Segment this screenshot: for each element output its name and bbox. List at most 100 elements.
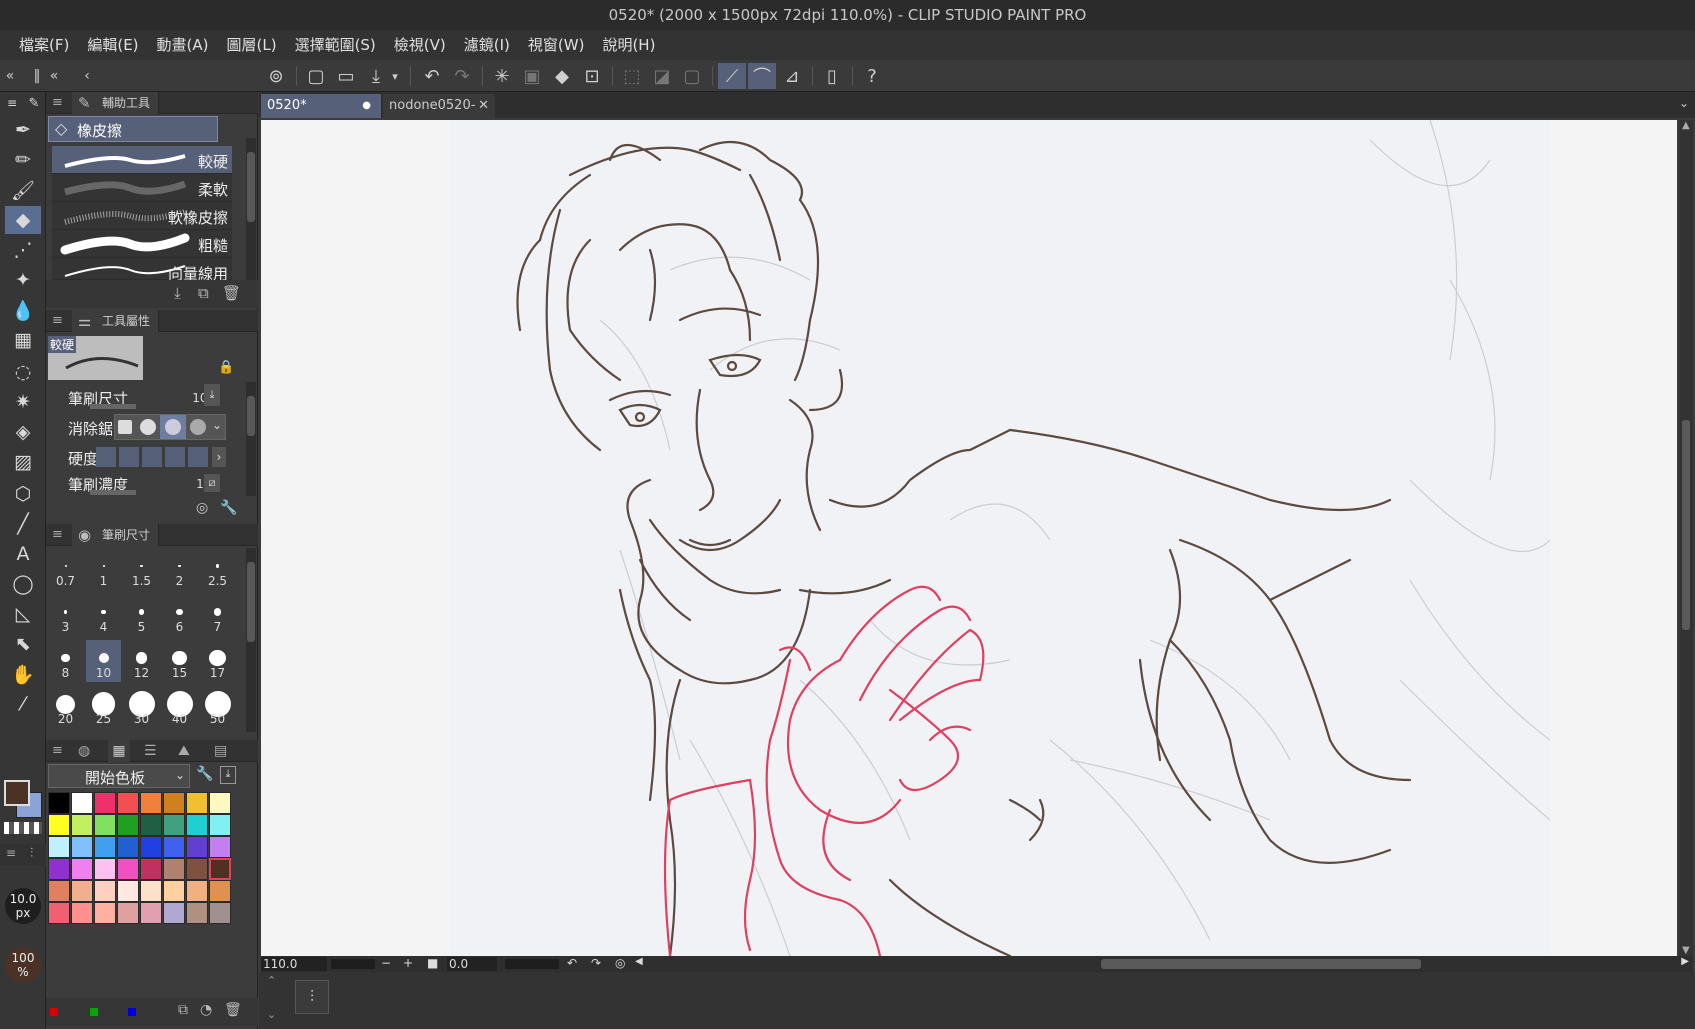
menu-icon[interactable]: ≡ xyxy=(2,94,22,112)
color-swatch[interactable] xyxy=(117,836,139,858)
menu-layer[interactable]: 圖層(L) xyxy=(218,30,286,60)
collapse-left-icon[interactable]: « xyxy=(2,63,18,89)
scroll-left-icon[interactable]: ◀ xyxy=(635,956,643,967)
zoom-field[interactable]: 110.0 xyxy=(261,957,327,971)
color-swatch[interactable] xyxy=(117,880,139,902)
color-set-settings-icon[interactable]: 🔧 xyxy=(196,766,213,782)
device-icon[interactable]: ▯ xyxy=(818,63,846,89)
color-swatch[interactable] xyxy=(163,792,185,814)
clear-icon[interactable]: ✳ xyxy=(488,63,516,89)
color-swatch[interactable] xyxy=(48,880,70,902)
color-swatch[interactable] xyxy=(94,836,116,858)
brush-size-preset[interactable]: 4 xyxy=(86,594,121,636)
hardness-property[interactable]: 硬度 › xyxy=(54,444,249,472)
menu-icon[interactable]: ≡ xyxy=(52,310,63,332)
copy-subtool-icon[interactable]: ⧉ xyxy=(198,284,209,302)
angle-field[interactable]: 0.0 xyxy=(447,957,497,971)
menu-window[interactable]: 視窗(W) xyxy=(519,30,594,60)
color-set-import-icon[interactable]: ⤓ xyxy=(220,766,236,784)
color-swatch[interactable] xyxy=(48,858,70,880)
deselect-icon[interactable]: ⬚ xyxy=(618,63,646,89)
brush-size-preset[interactable]: 17 xyxy=(200,640,235,682)
color-swatch[interactable] xyxy=(186,902,208,924)
balloon-tool-icon[interactable]: ◯ xyxy=(5,570,41,598)
tab-subtool[interactable]: ✎ 輔助工具 xyxy=(72,92,160,114)
hand-tool-icon[interactable]: ✋ xyxy=(5,660,41,688)
brush-kneaded[interactable]: 軟橡皮擦 xyxy=(52,202,232,230)
help-icon[interactable]: ? xyxy=(858,63,886,89)
color-swatch[interactable] xyxy=(48,836,70,858)
antialias-property[interactable]: 消除鋸齒 ⌄ xyxy=(54,414,249,442)
color-swatch[interactable] xyxy=(94,814,116,836)
color-swatch[interactable] xyxy=(117,792,139,814)
operation-tool-icon[interactable]: ⬡ xyxy=(5,480,41,508)
color-swatch[interactable] xyxy=(71,814,93,836)
menu-selection[interactable]: 選擇範圍(S) xyxy=(286,30,385,60)
menu-icon[interactable]: ≡ xyxy=(52,92,63,114)
vertical-scrollbar[interactable]: ▲ ▼ xyxy=(1679,120,1693,956)
brush-size-preset[interactable]: 3 xyxy=(48,594,83,636)
brush-size-preset[interactable]: 1 xyxy=(86,548,121,590)
panel-toggle-icon[interactable]: ‖ xyxy=(30,63,44,89)
brush-size-preset[interactable]: 7 xyxy=(200,594,235,636)
text-tool-icon[interactable]: A xyxy=(5,540,41,568)
brush-vector[interactable]: 向量線用 xyxy=(52,258,232,283)
brush-size-preset[interactable]: 40 xyxy=(162,686,197,728)
brush-size-preset[interactable]: 8 xyxy=(48,640,83,682)
color-swatch[interactable] xyxy=(117,858,139,880)
snap-grid-icon[interactable]: ⊿ xyxy=(778,63,806,89)
tab-document[interactable]: nodone0520-2 ✕ xyxy=(383,94,495,118)
brush-size-preset[interactable]: 10 xyxy=(86,640,121,682)
tool-property-scrollbar[interactable] xyxy=(246,382,256,496)
color-swatch[interactable] xyxy=(209,902,231,924)
subtool-scrollbar[interactable] xyxy=(246,138,256,280)
main-color-swatch[interactable] xyxy=(4,780,30,806)
color-swatch[interactable] xyxy=(94,880,116,902)
density-property[interactable]: 筆刷濃度 100 ⧄ xyxy=(54,470,249,498)
color-swatch[interactable] xyxy=(186,814,208,836)
color-swatch[interactable] xyxy=(71,902,93,924)
chevron-down-icon[interactable]: ▾ xyxy=(388,63,402,89)
menu-file[interactable]: 檔案(F) xyxy=(10,30,78,60)
brush-rough[interactable]: 粗糙 xyxy=(52,230,232,258)
color-swatch[interactable] xyxy=(140,814,162,836)
zoom-out-icon[interactable]: − xyxy=(381,956,391,970)
color-swatch[interactable] xyxy=(140,858,162,880)
color-swatch[interactable] xyxy=(140,902,162,924)
menu-icon[interactable]: ≡ xyxy=(6,846,16,860)
redo-icon[interactable]: ↷ xyxy=(448,63,476,89)
delete-color-icon[interactable]: 🗑 xyxy=(224,1002,242,1018)
fit-icon[interactable]: ■ xyxy=(427,956,438,970)
menu-help[interactable]: 說明(H) xyxy=(593,30,664,60)
invert-selection-icon[interactable]: ◪ xyxy=(648,63,676,89)
angle-slider[interactable] xyxy=(505,959,559,969)
color-swatch[interactable] xyxy=(209,858,231,880)
color-swatch[interactable] xyxy=(186,792,208,814)
add-color-icon[interactable]: ◔ xyxy=(200,1002,212,1018)
brush-size-preset[interactable]: 6 xyxy=(162,594,197,636)
tab-tool-property[interactable]: ⚌ 工具屬性 xyxy=(72,310,160,332)
brush-size-preset[interactable]: 2 xyxy=(162,548,197,590)
fill-icon[interactable]: ◆ xyxy=(548,63,576,89)
brush-size-preset[interactable]: 30 xyxy=(124,686,159,728)
color-wheel-tab-icon[interactable]: ◍ xyxy=(78,740,90,762)
clear-outside-icon[interactable]: ▣ xyxy=(518,63,546,89)
open-file-icon[interactable]: ▭ xyxy=(332,63,360,89)
indicator-tab-icon[interactable]: ⫶ xyxy=(30,846,33,861)
color-swatch[interactable] xyxy=(140,792,162,814)
transparent-color-swatch[interactable] xyxy=(4,822,42,834)
color-swatch[interactable] xyxy=(140,880,162,902)
color-swatch[interactable] xyxy=(209,792,231,814)
show-selection-icon[interactable]: ▢ xyxy=(678,63,706,89)
brush-size-preset[interactable]: 5 xyxy=(124,594,159,636)
color-set-tab-icon[interactable]: ▦ xyxy=(108,740,130,762)
color-swatch[interactable] xyxy=(94,792,116,814)
blend-tool-icon[interactable]: 💧 xyxy=(5,296,41,324)
object-select-icon[interactable]: ⬉ xyxy=(5,630,41,658)
scroll-right-icon[interactable]: ▶ xyxy=(1681,956,1689,967)
frame-border-icon[interactable]: ◺ xyxy=(5,600,41,628)
color-swatch[interactable] xyxy=(186,880,208,902)
decoration-tool-icon[interactable]: ✦ xyxy=(5,266,41,294)
color-swatch[interactable] xyxy=(117,902,139,924)
rotate-right-icon[interactable]: ↷ xyxy=(591,956,601,970)
